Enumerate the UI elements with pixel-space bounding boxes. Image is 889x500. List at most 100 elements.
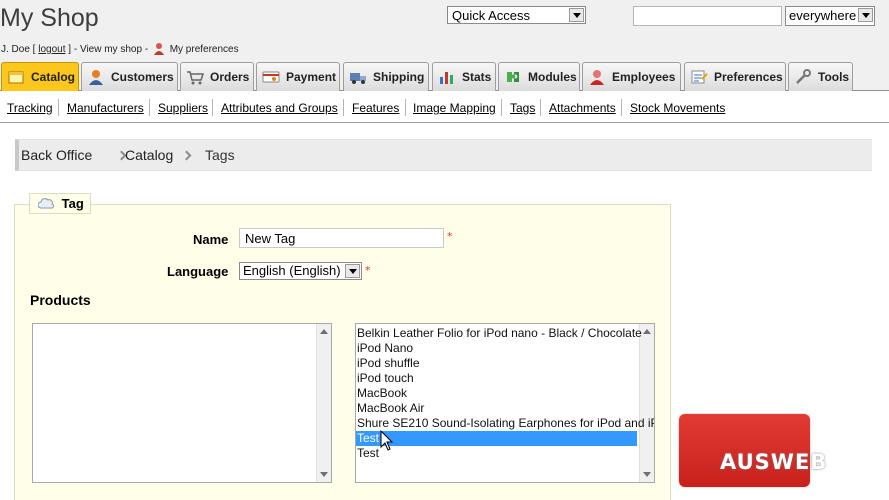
tab-label: Stats <box>462 70 492 84</box>
shop-title: My Shop <box>0 4 99 32</box>
tag-products-list[interactable] <box>32 323 332 483</box>
subnav-divider <box>149 99 150 116</box>
breadcrumb-catalog[interactable]: Catalog <box>125 147 173 163</box>
subnav-tracking[interactable]: Tracking <box>7 101 53 115</box>
tab-label: Modules <box>528 70 577 84</box>
subnav-manufacturers[interactable]: Manufacturers <box>67 101 144 115</box>
tag-cloud-icon <box>37 197 54 209</box>
catalog-icon <box>7 69 25 85</box>
available-products-list[interactable]: Belkin Leather Folio for iPod nano - Bla… <box>355 323 655 483</box>
subnav-divider <box>621 99 622 116</box>
user-icon <box>153 42 165 58</box>
subnav-divider <box>501 99 502 116</box>
subnav-suppliers[interactable]: Suppliers <box>158 101 208 115</box>
breadcrumb-back-office[interactable]: Back Office <box>21 147 92 163</box>
modules-icon <box>504 69 522 85</box>
customers-icon <box>87 69 105 85</box>
scroll-up-icon[interactable] <box>643 329 651 334</box>
language-value: English (English) <box>243 263 341 278</box>
quick-access-value: Quick Access <box>452 8 531 23</box>
payment-icon <box>262 69 280 85</box>
tab-label: Catalog <box>31 70 76 84</box>
tab-label: Shipping <box>373 70 425 84</box>
scroll-down-icon[interactable] <box>320 472 328 477</box>
scrollbar[interactable] <box>639 324 654 482</box>
user-line: J. Doe [ logout ] - View my shop - My pr… <box>1 42 239 58</box>
dropdown-arrow-icon[interactable] <box>858 8 873 22</box>
user-name: J. Doe [ <box>1 44 36 55</box>
mouse-cursor-icon <box>380 429 394 456</box>
user-separator: ] - <box>68 44 80 55</box>
orders-icon <box>186 69 205 85</box>
tab-label: Employees <box>612 70 676 84</box>
tab-label: Preferences <box>714 70 783 84</box>
tab-orders[interactable]: Orders <box>180 62 254 91</box>
dropdown-arrow-icon[interactable] <box>569 8 584 22</box>
link-separator: - <box>144 44 151 55</box>
product-option[interactable]: iPod shuffle <box>356 356 637 371</box>
tab-catalog[interactable]: Catalog <box>1 62 79 91</box>
tab-preferences[interactable]: Preferences <box>684 62 786 91</box>
tab-tools[interactable]: Tools <box>788 62 853 91</box>
product-option[interactable]: MacBook Air <box>356 401 637 416</box>
subnav-divider <box>540 99 541 116</box>
header-bar: My Shop J. Doe [ logout ] - View my shop… <box>0 0 889 62</box>
view-shop-link[interactable]: View my shop <box>80 44 142 55</box>
subnav-attachments[interactable]: Attachments <box>549 101 616 115</box>
search-input[interactable] <box>633 6 782 26</box>
subnav-image-mapping[interactable]: Image Mapping <box>413 101 496 115</box>
quick-access-select[interactable]: Quick Access <box>447 6 586 24</box>
products-label: Products <box>30 292 91 308</box>
stats-icon <box>438 69 456 85</box>
product-option[interactable]: iPod Nano <box>356 341 637 356</box>
breadcrumb: Back Office Catalog Tags <box>15 139 872 171</box>
tab-label: Customers <box>111 70 174 84</box>
tools-icon <box>794 69 812 85</box>
chevron-right-icon <box>181 150 192 161</box>
subnav-features[interactable]: Features <box>352 101 399 115</box>
scrollbar[interactable] <box>316 324 331 482</box>
language-select[interactable]: English (English) <box>239 262 362 280</box>
tab-customers[interactable]: Customers <box>81 62 178 91</box>
subnav-divider <box>343 99 344 116</box>
tab-shipping[interactable]: Shipping <box>343 62 429 91</box>
search-scope-select[interactable]: everywhere <box>785 6 875 26</box>
logout-link[interactable]: logout <box>38 44 65 55</box>
scroll-down-icon[interactable] <box>643 472 651 477</box>
product-option[interactable]: Shure SE210 Sound-Isolating Earphones fo… <box>356 416 654 431</box>
product-option[interactable]: MacBook <box>356 386 637 401</box>
tab-modules[interactable]: Modules <box>498 62 580 91</box>
logo-text: AUSWEB <box>720 450 828 474</box>
subnav-divider <box>58 99 59 116</box>
employees-icon <box>588 69 606 85</box>
product-option[interactable]: Test <box>356 431 637 446</box>
subnav-stock-movements[interactable]: Stock Movements <box>630 101 725 115</box>
subnav-divider <box>212 99 213 116</box>
preferences-icon <box>690 69 708 85</box>
tag-legend-label: Tag <box>61 196 84 211</box>
shipping-icon <box>349 69 367 85</box>
search-scope-value: everywhere <box>789 8 857 23</box>
product-option[interactable]: Belkin Leather Folio for iPod nano - Bla… <box>356 326 642 341</box>
language-label: Language <box>167 264 229 279</box>
required-marker: * <box>365 264 371 277</box>
product-option[interactable]: iPod touch <box>356 371 637 386</box>
tag-legend: Tag <box>29 193 91 214</box>
subnav-tags[interactable]: Tags <box>510 101 535 115</box>
subnav-divider <box>405 99 406 116</box>
main-tabs: Catalog Customers Orders Payment Shippin… <box>0 62 889 91</box>
subnav-attributes-groups[interactable]: Attributes and Groups <box>221 101 338 115</box>
tab-stats[interactable]: Stats <box>432 62 496 91</box>
scroll-up-icon[interactable] <box>320 329 328 334</box>
tab-label: Orders <box>210 70 250 84</box>
tab-label: Tools <box>818 70 850 84</box>
required-marker: * <box>447 230 453 243</box>
tab-employees[interactable]: Employees <box>582 62 681 91</box>
tab-payment[interactable]: Payment <box>256 62 340 91</box>
product-option[interactable]: Test <box>356 446 637 461</box>
catalog-subnav: Tracking Manufacturers Suppliers Attribu… <box>0 92 889 123</box>
dropdown-arrow-icon[interactable] <box>345 264 360 278</box>
my-preferences-link[interactable]: My preferences <box>170 44 239 55</box>
name-input[interactable] <box>239 228 444 248</box>
breadcrumb-current: Tags <box>205 147 235 163</box>
